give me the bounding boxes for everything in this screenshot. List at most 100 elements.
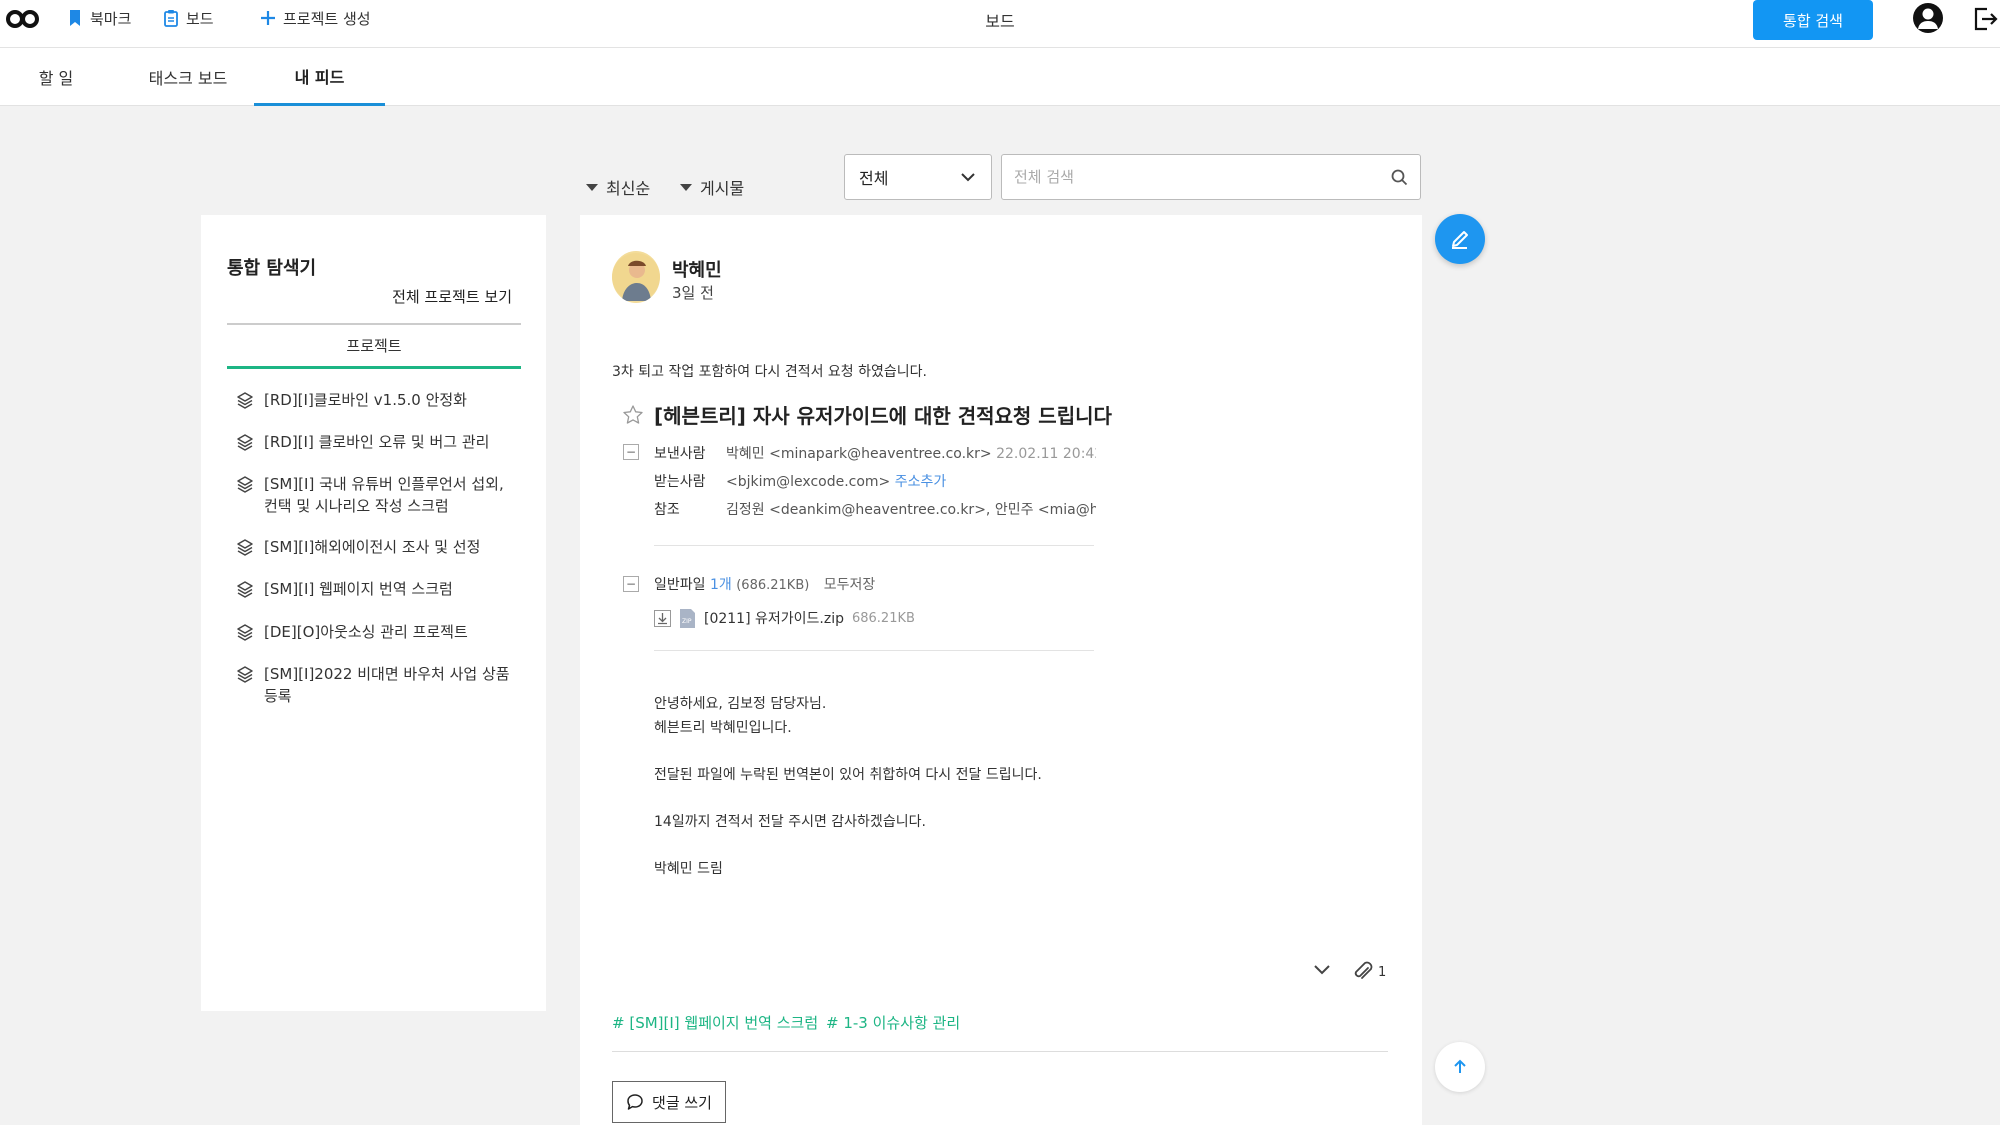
caret-down-icon	[680, 183, 692, 191]
collapse-header-button[interactable]: −	[623, 444, 639, 460]
type-filter-label: 게시물	[700, 179, 745, 198]
view-all-projects-link[interactable]: 전체 프로젝트 보기	[380, 286, 512, 307]
project-item-label: [SM][I] 웹페이지 번역 스크럼	[264, 580, 453, 598]
search-icon[interactable]	[1391, 169, 1408, 186]
layers-icon	[237, 666, 253, 683]
sender-value: 박혜민 <minapark@heaventree.co.kr> 22.02.11…	[726, 443, 1096, 463]
layers-icon	[237, 434, 253, 451]
attachment-indicator[interactable]: 1	[1352, 960, 1386, 984]
mail-body-line: 전달된 파일에 누락된 번역본이 있어 취합하여 다시 전달 드립니다.	[654, 767, 1042, 783]
tab-task-board[interactable]: 태스크 보드	[132, 48, 244, 106]
layers-icon	[237, 539, 253, 556]
feed-search-input[interactable]	[1014, 165, 1374, 189]
mail-body-line: 박혜민 드림	[654, 861, 723, 877]
explorer-title: 통합 탐색기	[227, 258, 317, 279]
project-item-label: 등록	[264, 687, 292, 705]
user-avatar[interactable]	[1913, 3, 1943, 33]
write-comment-label: 댓글 쓰기	[652, 1093, 712, 1112]
zip-file-icon: ZIP	[680, 608, 695, 628]
save-all-link[interactable]: 모두저장	[824, 577, 876, 593]
svg-text:ZIP: ZIP	[682, 618, 692, 625]
nav-create-project-label: 프로젝트 생성	[283, 9, 371, 28]
sender-email: <minapark@heaventree.co.kr>	[769, 446, 992, 462]
sort-filter-label: 최신순	[606, 179, 651, 198]
star-icon[interactable]	[622, 404, 644, 426]
sender-label: 보낸사람	[654, 446, 706, 462]
post-description: 3차 퇴고 작업 포함하여 다시 견적서 요청 하였습니다.	[612, 364, 927, 380]
tab-todo[interactable]: 할 일	[20, 48, 92, 106]
write-post-button[interactable]	[1435, 214, 1485, 264]
author-avatar[interactable]	[612, 251, 660, 303]
search-box	[1001, 154, 1421, 200]
logout-icon[interactable]	[1972, 6, 1998, 32]
project-item-label: 컨택 및 시나리오 작성 스크럼	[264, 497, 449, 515]
post-time: 3일 전	[672, 284, 714, 302]
project-tag[interactable]: # [SM][I] 웹페이지 번역 스크럼	[612, 1012, 818, 1033]
attachment-file-row: ZIP [0211] 유저가이드.zip 686.21KB	[654, 608, 915, 628]
layers-icon	[237, 581, 253, 598]
nav-bookmark[interactable]: 북마크	[66, 6, 131, 30]
project-item-label: [SM][I] 국내 유튜버 인플루언서 섭외,	[264, 475, 504, 493]
mail-body-line: 14일까지 견적서 전달 주시면 감사하겠습니다.	[654, 814, 926, 830]
caret-down-icon	[586, 183, 598, 191]
project-item-label: [RD][I]클로바인 v1.5.0 안정화	[264, 391, 467, 409]
bookmark-icon	[70, 10, 80, 26]
tab-my-feed[interactable]: 내 피드	[254, 48, 385, 106]
write-comment-button[interactable]: 댓글 쓰기	[612, 1081, 726, 1123]
feed-post-card	[580, 215, 1422, 1125]
project-item[interactable]: [SM][I] 웹페이지 번역 스크럼	[236, 578, 526, 600]
post-author[interactable]: 박혜민	[672, 256, 722, 282]
recipient-label: 받는사람	[654, 474, 706, 490]
project-item[interactable]: [RD][I]클로바인 v1.5.0 안정화	[236, 389, 526, 411]
scope-select-value: 전체	[859, 169, 889, 188]
paperclip-icon	[1354, 961, 1373, 979]
scroll-to-top-button[interactable]	[1435, 1042, 1485, 1092]
project-item-label: [SM][I]2022 비대면 바우처 사업 상품	[264, 665, 510, 683]
logo-icon[interactable]	[6, 8, 40, 30]
divider	[654, 650, 1094, 651]
avatar-illustration-icon	[612, 253, 660, 301]
project-item[interactable]: [RD][I] 클로바인 오류 및 버그 관리	[236, 431, 526, 453]
project-item[interactable]: [SM][I] 국내 유튜버 인플루언서 섭외, 컨택 및 시나리오 작성 스크…	[236, 473, 526, 517]
mail-body-line: 안녕하세요, 김보정 담당자님.	[654, 696, 827, 712]
project-item[interactable]: [SM][I]2022 비대면 바우처 사업 상품 등록	[236, 663, 526, 707]
layers-icon	[237, 392, 253, 409]
attachments-row: 일반파일 1개 (686.21KB) 모두저장	[654, 574, 875, 594]
mail-body-line: 헤븐트리 박혜민입니다.	[654, 720, 792, 736]
arrow-up-icon	[1454, 1059, 1466, 1073]
project-item-label: [RD][I] 클로바인 오류 및 버그 관리	[264, 433, 490, 451]
project-item-label: [SM][I]해외에이전시 조사 및 선정	[264, 538, 481, 556]
chevron-down-icon	[961, 172, 975, 181]
scope-select[interactable]: 전체	[844, 154, 992, 200]
pencil-icon	[1452, 231, 1468, 249]
recipient-value: <bjkim@lexcode.com> 주소추가	[726, 471, 1096, 491]
nav-board[interactable]: 보드	[162, 6, 214, 30]
layers-icon	[237, 476, 253, 493]
expand-chevron-icon[interactable]	[1312, 963, 1332, 977]
sort-filter[interactable]: 최신순	[586, 176, 650, 198]
layers-icon	[237, 624, 253, 641]
recipient-add-address-link[interactable]: 주소추가	[895, 474, 947, 490]
type-filter[interactable]: 게시물	[680, 176, 744, 198]
project-item[interactable]: [DE][O]아웃소싱 관리 프로젝트	[236, 621, 526, 643]
integrated-search-button[interactable]: 통합 검색	[1753, 0, 1873, 40]
plus-icon	[261, 11, 275, 25]
sender-name: 박혜민	[726, 446, 765, 462]
mail-subject: [헤븐트리] 자사 유저가이드에 대한 견적요청 드립니다	[654, 404, 1112, 428]
project-item[interactable]: [SM][I]해외에이전시 조사 및 선정	[236, 536, 526, 558]
attachment-count-badge: 1	[1378, 964, 1387, 980]
issue-tag[interactable]: # 1-3 이슈사항 관리	[826, 1012, 960, 1033]
attachment-file-name[interactable]: [0211] 유저가이드.zip	[704, 608, 844, 628]
clipboard-icon	[164, 10, 178, 27]
download-icon[interactable]	[654, 609, 671, 627]
divider	[654, 545, 1094, 546]
nav-create-project[interactable]: 프로젝트 생성	[259, 6, 371, 30]
cc-value: 김정원 <deankim@heaventree.co.kr>, 안민주 <mia…	[726, 502, 1096, 518]
attachments-size: (686.21KB)	[736, 578, 810, 593]
nav-board-label: 보드	[186, 9, 214, 28]
nav-bookmark-label: 북마크	[90, 9, 132, 28]
explorer-tab-projects[interactable]: 프로젝트	[227, 325, 521, 369]
sent-date: 22.02.11 20:42	[996, 446, 1096, 462]
divider	[612, 1051, 1388, 1052]
collapse-attachments-button[interactable]: −	[623, 576, 639, 592]
